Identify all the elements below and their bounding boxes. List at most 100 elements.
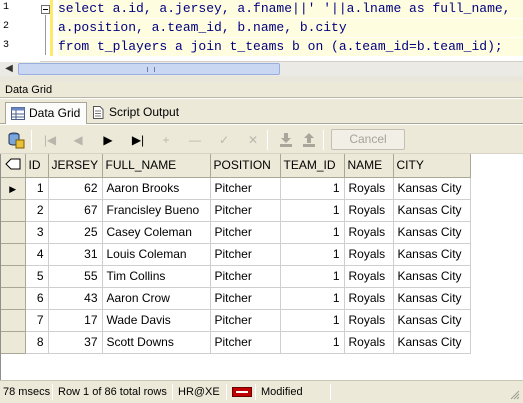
tab-script-output[interactable]: Script Output — [86, 102, 185, 124]
cell-name[interactable]: Royals — [344, 287, 394, 310]
cell-id[interactable]: 4 — [25, 243, 49, 266]
table-row[interactable]: 6 43 Aaron Crow Pitcher 1 Royals Kansas … — [1, 287, 471, 310]
cell-full-name[interactable]: Casey Coleman — [102, 221, 211, 244]
column-header-name[interactable]: NAME — [344, 154, 394, 178]
row-selector[interactable] — [1, 221, 26, 244]
cell-team-id[interactable]: 1 — [280, 199, 345, 222]
table-row[interactable]: 7 17 Wade Davis Pitcher 1 Royals Kansas … — [1, 309, 471, 332]
column-header-full-name[interactable]: FULL_NAME — [102, 154, 211, 178]
cell-name[interactable]: Royals — [344, 243, 394, 266]
cell-team-id[interactable]: 1 — [280, 309, 345, 332]
cell-id[interactable]: 3 — [25, 221, 49, 244]
next-record-icon[interactable]: ▶ — [98, 130, 118, 150]
select-all-corner[interactable] — [1, 154, 26, 178]
cell-id[interactable]: 5 — [25, 265, 49, 288]
cell-team-id[interactable]: 1 — [280, 331, 345, 354]
cell-team-id[interactable]: 1 — [280, 177, 345, 200]
export-icon[interactable] — [299, 130, 319, 150]
cell-city[interactable]: Kansas City — [393, 221, 471, 244]
cell-position[interactable]: Pitcher — [210, 331, 281, 354]
cancel-button[interactable]: Cancel — [331, 129, 405, 150]
cell-jersey[interactable]: 31 — [48, 243, 103, 266]
row-selector[interactable] — [1, 287, 26, 310]
cell-id[interactable]: 6 — [25, 287, 49, 310]
import-icon[interactable] — [276, 130, 296, 150]
scrollbar-thumb[interactable] — [18, 63, 280, 75]
cell-position[interactable]: Pitcher — [210, 309, 281, 332]
fold-collapse-icon[interactable] — [41, 5, 50, 14]
cell-name[interactable]: Royals — [344, 199, 394, 222]
cell-city[interactable]: Kansas City — [393, 243, 471, 266]
table-row[interactable]: ▶ 1 62 Aaron Brooks Pitcher 1 Royals Kan… — [1, 177, 471, 200]
cell-position[interactable]: Pitcher — [210, 199, 281, 222]
cell-id[interactable]: 1 — [25, 177, 49, 200]
column-header-id[interactable]: ID — [25, 154, 49, 178]
cell-city[interactable]: Kansas City — [393, 265, 471, 288]
column-header-team-id[interactable]: TEAM_ID — [280, 154, 345, 178]
row-selector[interactable] — [1, 265, 26, 288]
cell-position[interactable]: Pitcher — [210, 177, 281, 200]
cell-team-id[interactable]: 1 — [280, 287, 345, 310]
cell-full-name[interactable]: Louis Coleman — [102, 243, 211, 266]
cell-jersey[interactable]: 43 — [48, 287, 103, 310]
post-edit-icon[interactable]: ✓ — [214, 130, 234, 150]
tab-data-grid[interactable]: Data Grid — [5, 102, 88, 124]
cell-position[interactable]: Pitcher — [210, 221, 281, 244]
last-record-icon[interactable]: ▶| — [128, 130, 148, 150]
code-line-3[interactable]: from t_players a join t_teams b on (a.te… — [58, 38, 523, 56]
row-selector[interactable] — [1, 331, 26, 354]
cell-name[interactable]: Royals — [344, 331, 394, 354]
table-row[interactable]: 2 67 Francisley Bueno Pitcher 1 Royals K… — [1, 199, 471, 222]
cell-city[interactable]: Kansas City — [393, 287, 471, 310]
cell-jersey[interactable]: 55 — [48, 265, 103, 288]
column-header-position[interactable]: POSITION — [210, 154, 281, 178]
sql-editor[interactable]: 1 2 3 select a.id, a.jersey, a.fname||' … — [0, 0, 523, 62]
cell-city[interactable]: Kansas City — [393, 331, 471, 354]
cell-full-name[interactable]: Aaron Brooks — [102, 177, 211, 200]
cell-jersey[interactable]: 62 — [48, 177, 103, 200]
cell-name[interactable]: Royals — [344, 265, 394, 288]
database-icon[interactable] — [6, 130, 26, 150]
table-row[interactable]: 5 55 Tim Collins Pitcher 1 Royals Kansas… — [1, 265, 471, 288]
insert-record-icon[interactable]: + — [156, 130, 176, 150]
cell-jersey[interactable]: 25 — [48, 221, 103, 244]
cell-team-id[interactable]: 1 — [280, 265, 345, 288]
cancel-edit-icon[interactable]: ✕ — [243, 130, 263, 150]
cell-team-id[interactable]: 1 — [280, 243, 345, 266]
editor-horizontal-scrollbar[interactable]: ◀ — [0, 62, 523, 76]
resize-grip-icon[interactable] — [510, 390, 520, 400]
cell-jersey[interactable]: 67 — [48, 199, 103, 222]
cell-position[interactable]: Pitcher — [210, 243, 281, 266]
cell-city[interactable]: Kansas City — [393, 309, 471, 332]
cell-full-name[interactable]: Tim Collins — [102, 265, 211, 288]
row-selector[interactable] — [1, 309, 26, 332]
cell-id[interactable]: 8 — [25, 331, 49, 354]
cell-position[interactable]: Pitcher — [210, 287, 281, 310]
cell-team-id[interactable]: 1 — [280, 221, 345, 244]
cell-position[interactable]: Pitcher — [210, 265, 281, 288]
row-selector[interactable]: ▶ — [1, 177, 26, 200]
column-header-jersey[interactable]: JERSEY — [48, 154, 103, 178]
first-record-icon[interactable]: |◀ — [40, 130, 60, 150]
column-header-city[interactable]: CITY — [393, 154, 471, 178]
cell-name[interactable]: Royals — [344, 221, 394, 244]
cell-city[interactable]: Kansas City — [393, 177, 471, 200]
cell-full-name[interactable]: Francisley Bueno — [102, 199, 211, 222]
table-row[interactable]: 8 37 Scott Downs Pitcher 1 Royals Kansas… — [1, 331, 471, 354]
cell-full-name[interactable]: Aaron Crow — [102, 287, 211, 310]
row-selector[interactable] — [1, 199, 26, 222]
cell-id[interactable]: 2 — [25, 199, 49, 222]
code-line-1[interactable]: select a.id, a.jersey, a.fname||' '||a.l… — [58, 0, 523, 18]
delete-record-icon[interactable]: — — [185, 130, 205, 150]
table-row[interactable]: 3 25 Casey Coleman Pitcher 1 Royals Kans… — [1, 221, 471, 244]
row-selector[interactable] — [1, 243, 26, 266]
results-grid[interactable]: ID JERSEY FULL_NAME POSITION TEAM_ID NAM… — [0, 154, 523, 380]
cell-id[interactable]: 7 — [25, 309, 49, 332]
cell-full-name[interactable]: Wade Davis — [102, 309, 211, 332]
cell-jersey[interactable]: 37 — [48, 331, 103, 354]
scroll-left-icon[interactable]: ◀ — [2, 63, 16, 75]
prior-record-icon[interactable]: ◀ — [68, 130, 88, 150]
cell-jersey[interactable]: 17 — [48, 309, 103, 332]
code-line-2[interactable]: a.position, a.team_id, b.name, b.city — [58, 19, 523, 37]
cell-city[interactable]: Kansas City — [393, 199, 471, 222]
